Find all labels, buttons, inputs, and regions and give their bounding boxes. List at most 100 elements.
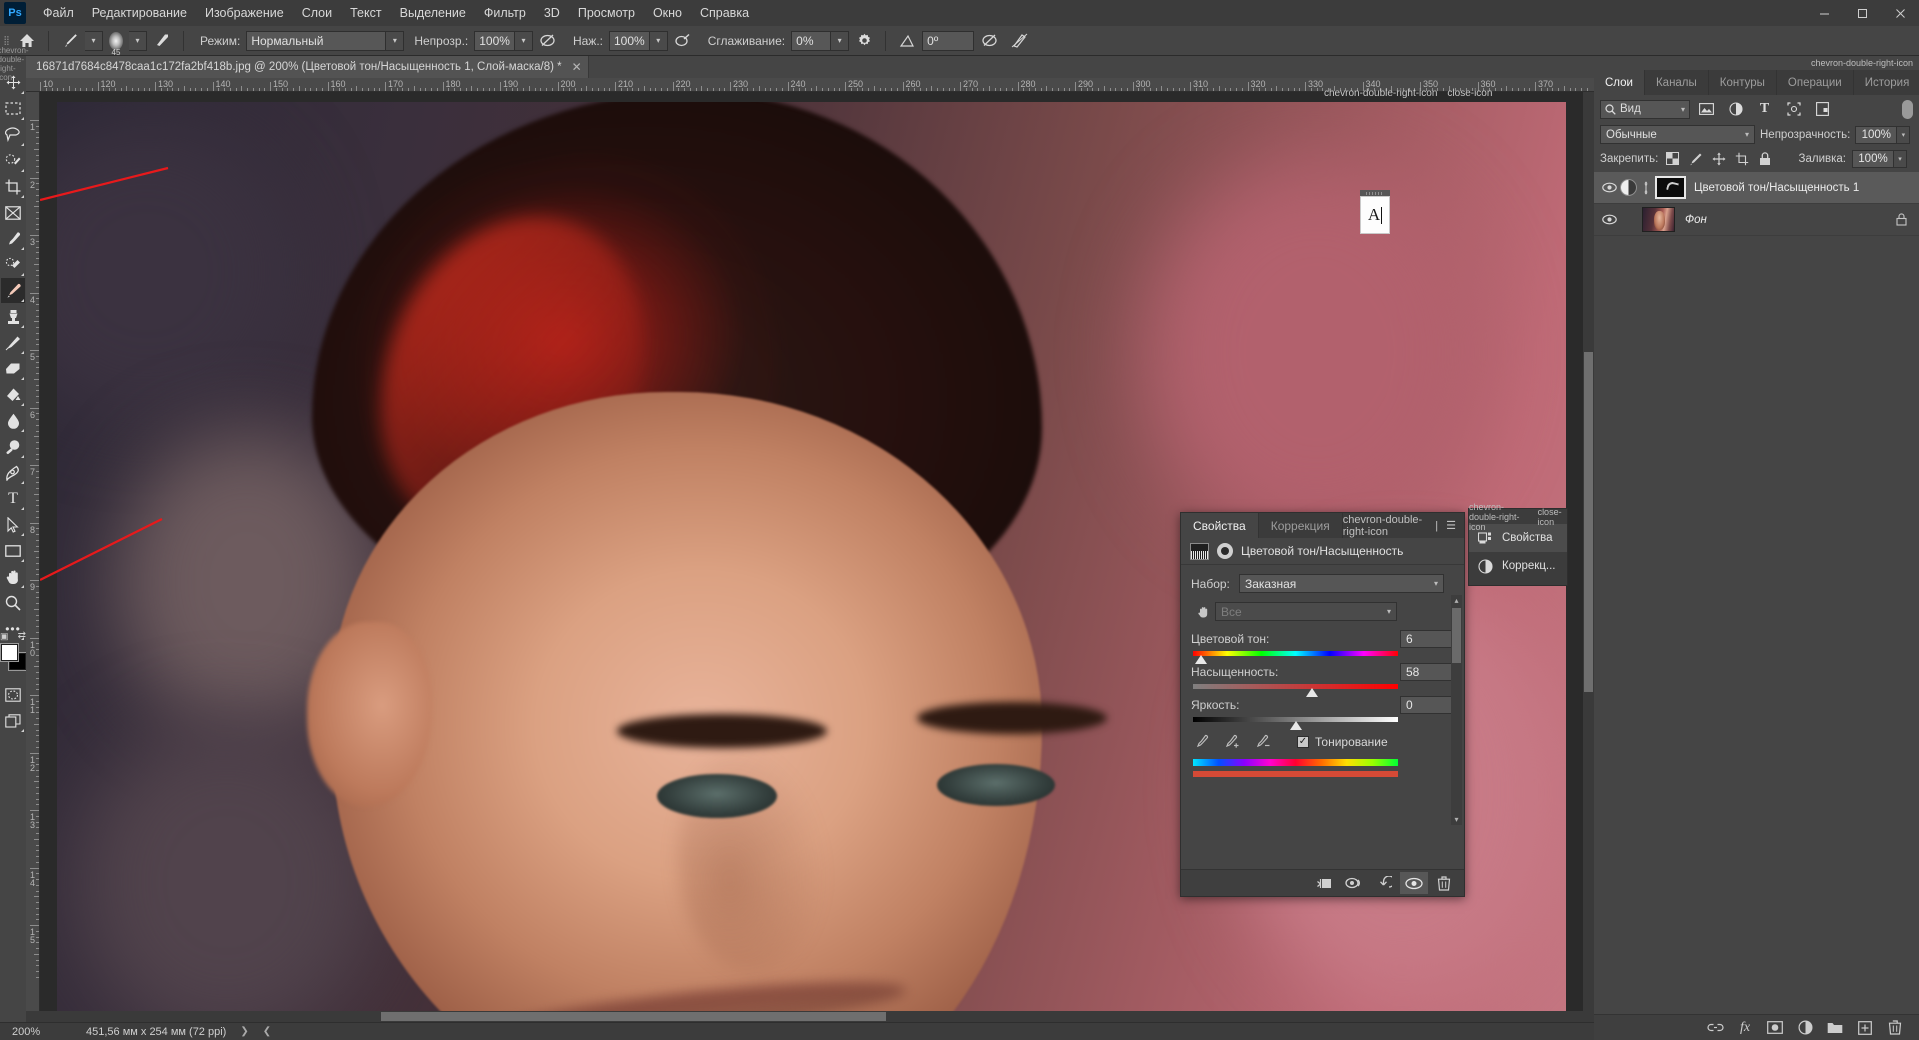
brush-icon[interactable] [55,28,85,54]
scrollbar-thumb[interactable] [1584,352,1593,692]
scrollbar-thumb[interactable] [1452,608,1461,663]
menu-file[interactable]: Файл [34,2,83,24]
document-tab[interactable]: 16871d7684c8478caa1c172fa2bf418b.jpg @ 2… [26,56,589,78]
layer-blend-mode-select[interactable]: Обычные ▾ [1600,125,1755,144]
result-spectrum-bar[interactable] [1193,771,1398,777]
layer-mask-thumbnail[interactable] [1655,176,1686,199]
eyedropper-tool[interactable] [1,226,25,251]
filter-shape-icon[interactable] [1781,99,1806,119]
flow-input[interactable]: 100% [609,30,650,51]
saturation-value-input[interactable]: 58 [1400,663,1454,681]
lock-all-icon[interactable] [1756,150,1773,167]
hue-slider-thumb[interactable] [1195,655,1208,664]
menu-layers[interactable]: Слои [293,2,341,24]
canvas-horizontal-scrollbar[interactable] [26,1011,1594,1022]
lock-transparency-icon[interactable] [1664,150,1681,167]
clone-stamp-tool[interactable] [1,304,25,329]
tab-channels[interactable]: Каналы [1645,70,1709,95]
layer-opacity-dropdown-arrow[interactable]: ▾ [1897,125,1911,144]
menu-view[interactable]: Просмотр [569,2,644,24]
layer-mask-thumbnail-icon[interactable] [1217,543,1233,559]
brush-settings-panel-icon[interactable] [147,28,177,54]
pen-tool[interactable] [1,460,25,485]
lock-position-icon[interactable] [1710,150,1727,167]
right-dock-collapse[interactable]: chevron-double-right-icon [1594,56,1919,70]
new-layer-button[interactable] [1853,1017,1877,1039]
blend-mode-select[interactable]: Нормальный [246,30,387,51]
symmetry-icon[interactable] [974,28,1004,54]
lasso-tool[interactable] [1,122,25,147]
target-adjustment-icon[interactable] [1191,604,1215,619]
quick-selection-tool[interactable] [1,148,25,173]
menu-filter[interactable]: Фильтр [475,2,535,24]
filter-type-icon[interactable]: T [1752,99,1777,119]
saturation-slider-thumb[interactable] [1305,688,1318,697]
blur-tool[interactable] [1,408,25,433]
close-icon[interactable]: close-icon [1538,507,1562,527]
screen-mode-icon[interactable] [1,708,25,733]
gradient-tool[interactable] [1,382,25,407]
rectangle-tool[interactable] [1,538,25,563]
eyedropper-add-icon[interactable] [1223,734,1240,749]
colorize-checkbox-wrapper[interactable]: ✓ Тонирование [1297,735,1388,749]
menu-edit[interactable]: Редактирование [83,2,196,24]
default-colors-icon[interactable]: ▣ [0,631,9,642]
lightness-slider-track[interactable] [1193,717,1398,730]
layer-fill-input[interactable]: 100% [1852,149,1894,168]
preview-eye-button[interactable] [1400,872,1428,894]
chevron-double-right-icon[interactable]: chevron-double-right-icon [1324,88,1437,99]
close-button[interactable] [1881,0,1919,26]
tab-properties[interactable]: Свойства [1181,513,1259,538]
type-tool[interactable]: T [1,486,25,511]
colorize-checkbox[interactable]: ✓ [1297,735,1309,748]
document-dimensions[interactable]: 451,56 мм x 254 мм (72 ppi) [66,1026,226,1038]
path-selection-tool[interactable] [1,512,25,537]
close-icon[interactable]: close-icon [1447,88,1492,99]
layer-opacity-input[interactable]: 100% [1855,125,1898,144]
minimize-button[interactable] [1805,0,1843,26]
flow-dropdown-arrow[interactable]: ▾ [649,30,668,51]
menu-window[interactable]: Окно [644,2,691,24]
layer-style-button[interactable]: fx [1733,1017,1757,1039]
menu-image[interactable]: Изображение [196,2,293,24]
lightness-value-input[interactable]: 0 [1400,696,1454,714]
close-icon[interactable]: ✕ [572,60,582,74]
filter-enable-toggle[interactable] [1902,99,1913,119]
vertical-ruler[interactable]: 1234567891 01 11 21 31 41 5 [26,92,40,1040]
tablet-pressure-icon[interactable] [1004,28,1034,54]
opacity-input[interactable]: 100% [474,30,515,51]
angle-input[interactable]: 0º [922,30,975,51]
properties-scrollbar[interactable]: ▴ ▾ [1451,595,1462,825]
layer-link-icon[interactable] [1641,180,1655,195]
chevron-double-right-icon[interactable]: chevron-double-right-icon [1469,502,1531,532]
tab-paths[interactable]: Контуры [1709,70,1777,95]
chevron-double-right-icon[interactable]: chevron-double-right-icon [1343,514,1428,538]
scrollbar-thumb[interactable] [381,1012,886,1021]
full-spectrum-bar[interactable] [1193,759,1398,766]
mini-dock-item-adjustments[interactable]: Коррекц... [1469,552,1567,580]
eyedropper-subtract-icon[interactable] [1254,734,1271,749]
delete-adjustment-button[interactable] [1430,872,1458,894]
opacity-pressure-icon[interactable] [533,28,563,54]
foreground-color-swatch[interactable] [1,644,18,661]
toggle-visibility-button[interactable] [1340,872,1368,894]
layer-adjustment-thumbnail[interactable] [1620,179,1637,196]
angle-icon[interactable] [892,28,922,54]
menu-3d[interactable]: 3D [535,2,569,24]
chevron-double-right-icon[interactable]: chevron-double-right-icon [1811,58,1913,68]
tab-adjustments[interactable]: Коррекция [1258,513,1343,538]
hamburger-menu-icon[interactable]: ☰ [1446,519,1456,532]
status-prev-arrow[interactable]: ❮ [249,1026,271,1037]
rectangular-marquee-tool[interactable] [1,96,25,121]
layer-visibility-icon[interactable] [1598,182,1620,193]
lock-artboard-icon[interactable] [1733,150,1750,167]
hue-slider-track[interactable] [1193,651,1398,664]
crop-tool[interactable] [1,174,25,199]
brush-preset-preview[interactable]: 45 [103,28,129,57]
filter-pixel-icon[interactable] [1694,99,1719,119]
layer-filter-select[interactable]: Вид ▾ [1600,99,1690,119]
layer-fill-dropdown-arrow[interactable]: ▾ [1894,149,1907,168]
preset-select[interactable]: Заказная ▾ [1239,574,1444,593]
hand-tool[interactable] [1,564,25,589]
spot-healing-brush-tool[interactable] [1,252,25,277]
